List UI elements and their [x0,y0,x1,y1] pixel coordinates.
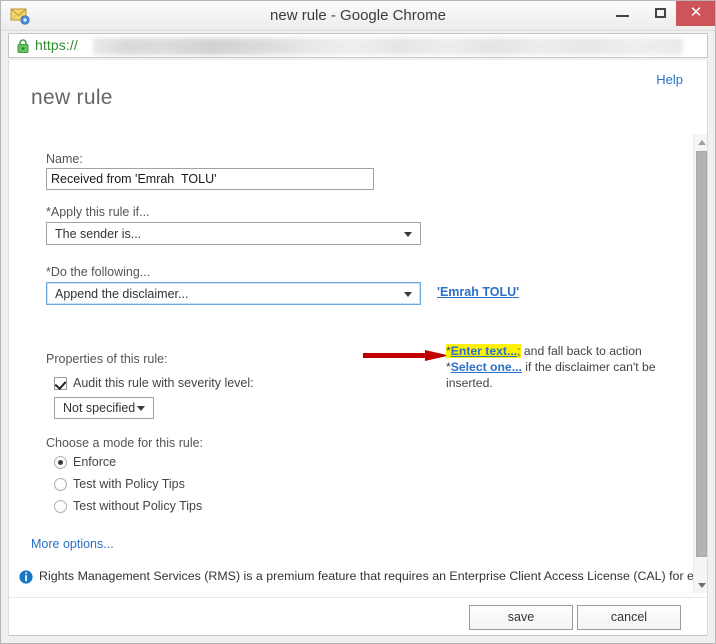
name-input[interactable] [46,168,374,190]
fallback-text-1: and fall back to action [520,344,642,358]
title-bar: new rule - Google Chrome ✕ [0,0,716,31]
info-icon [19,570,33,584]
chevron-down-icon [137,406,145,411]
maximize-button[interactable] [645,0,676,26]
action-description: *Enter text...; and fall back to action … [446,343,674,391]
help-link[interactable]: Help [656,72,683,87]
more-options-link[interactable]: More options... [31,537,114,551]
radio-test-without-policy-tips-label: Test without Policy Tips [73,499,203,513]
do-following-label: *Do the following... [46,265,151,279]
page-content: Help new rule Name: *Apply this rule if.… [8,60,708,597]
radio-test-with-policy-tips-label: Test with Policy Tips [73,477,185,491]
severity-value: Not specified [63,401,136,415]
rms-notice-text: Rights Management Services (RMS) is a pr… [39,569,708,583]
close-button[interactable]: ✕ [676,0,716,26]
page-title: new rule [31,86,113,109]
scrollbar-thumb[interactable] [696,151,707,557]
annotation-red-arrow [363,348,449,361]
radio-enforce[interactable] [54,456,67,469]
radio-enforce-label: Enforce [73,455,117,469]
enter-text-link[interactable]: Enter text... [451,344,517,358]
page-scrollbar[interactable] [693,134,707,593]
maximize-icon [655,8,666,18]
do-following-select[interactable]: Append the disclaimer... [46,282,421,305]
severity-select[interactable]: Not specified [54,397,154,419]
chevron-down-icon [404,231,412,237]
minimize-button[interactable] [607,0,638,26]
url-redacted-host [93,38,683,55]
audit-checkbox[interactable] [54,377,67,390]
close-icon: ✕ [689,4,703,21]
name-label: Name: [46,152,83,166]
browser-window: new rule - Google Chrome ✕ https:// Help… [0,0,716,644]
apply-rule-select[interactable]: The sender is... [46,222,421,245]
apply-rule-label: *Apply this rule if... [46,205,150,219]
radio-test-without-policy-tips[interactable] [54,500,67,513]
select-one-link[interactable]: Select one... [451,360,522,374]
lock-icon [16,38,30,54]
chevron-up-icon [698,140,706,145]
sender-value-link[interactable]: 'Emrah TOLU' [437,285,519,299]
enter-text-highlight: *Enter text...; [446,344,521,358]
radio-test-with-policy-tips[interactable] [54,478,67,491]
scroll-up-arrow[interactable] [694,134,707,149]
dialog-footer: save cancel [8,597,708,636]
chevron-down-icon [404,291,412,297]
address-bar[interactable]: https:// [8,33,708,58]
save-button[interactable]: save [469,605,573,630]
envelope-gear-icon [10,6,30,26]
minimize-icon [616,15,629,17]
apply-rule-value: The sender is... [55,227,142,241]
scroll-down-arrow[interactable] [694,578,707,593]
url-scheme-text: https:// [35,37,78,53]
cancel-button[interactable]: cancel [577,605,681,630]
chevron-down-icon [698,583,706,588]
mode-label: Choose a mode for this rule: [46,436,204,450]
do-following-value: Append the disclaimer... [55,287,189,301]
properties-label: Properties of this rule: [46,352,168,366]
audit-checkbox-label: Audit this rule with severity level: [73,376,254,390]
